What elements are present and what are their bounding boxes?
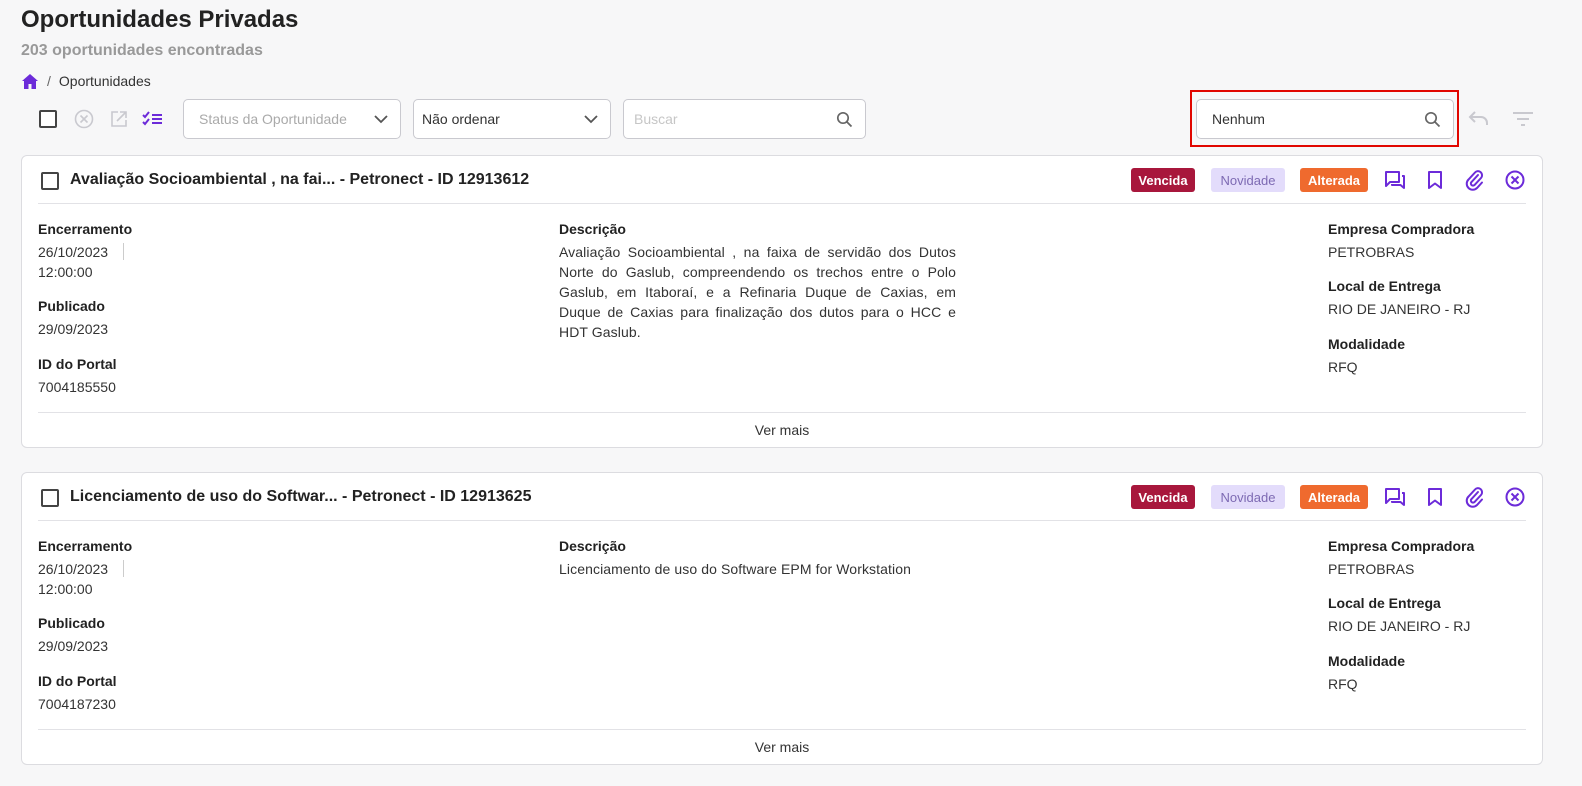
chevron-down-icon: [374, 115, 388, 124]
portal-id: 7004185550: [38, 379, 116, 395]
card-title[interactable]: Licenciamento de uso do Softwar... - Pet…: [70, 488, 531, 506]
badge-novidade: Novidade: [1211, 168, 1285, 192]
ver-mais-button[interactable]: Ver mais: [38, 412, 1526, 447]
badge-alterada: Alterada: [1300, 168, 1368, 192]
empresa-value: PETROBRAS: [1328, 244, 1415, 260]
local-label: Local de Entrega: [1328, 278, 1441, 294]
breadcrumb: / Oportunidades: [21, 72, 151, 90]
modalidade-label: Modalidade: [1328, 653, 1406, 669]
opportunity-card: Licenciamento de uso do Softwar... - Pet…: [21, 472, 1543, 765]
publicado-date: 29/09/2023: [38, 638, 109, 654]
badge-vencida: Vencida: [1131, 485, 1195, 509]
search-input[interactable]: [634, 111, 836, 127]
modalidade-label: Modalidade: [1328, 336, 1406, 352]
sort-select-value: Não ordenar: [422, 111, 500, 127]
opportunity-card: Avaliação Socioambiental , na fai... - P…: [21, 155, 1543, 448]
modalidade-value: RFQ: [1328, 676, 1358, 692]
card-checkbox[interactable]: [41, 172, 59, 190]
bookmark-icon[interactable]: [1423, 168, 1447, 192]
encerramento-label: Encerramento: [38, 538, 133, 554]
select-all-checkbox[interactable]: [39, 110, 57, 128]
encerramento-label: Encerramento: [38, 221, 133, 237]
search-icon[interactable]: [836, 111, 853, 128]
results-count: 203 oportunidades encontradas: [21, 42, 263, 59]
publicado-label: Publicado: [38, 298, 105, 314]
card-checkbox[interactable]: [41, 489, 59, 507]
date-separator: [123, 243, 124, 260]
publicado-label: Publicado: [38, 615, 105, 631]
checklist-icon[interactable]: [142, 108, 164, 130]
badge-alterada: Alterada: [1300, 485, 1368, 509]
modalidade-value: RFQ: [1328, 359, 1358, 375]
ver-mais-button[interactable]: Ver mais: [38, 729, 1526, 764]
date-separator: [123, 560, 124, 577]
paperclip-icon[interactable]: [1463, 485, 1487, 509]
portal-id: 7004187230: [38, 696, 116, 712]
comments-icon[interactable]: [1383, 485, 1407, 509]
encerramento-date: 26/10/2023: [38, 244, 109, 260]
open-external-icon[interactable]: [108, 108, 130, 130]
status-select[interactable]: Status da Oportunidade: [183, 99, 401, 139]
encerramento-time: 12:00:00: [38, 264, 93, 280]
comments-icon[interactable]: [1383, 168, 1407, 192]
empresa-value: PETROBRAS: [1328, 561, 1415, 577]
portal-id-label: ID do Portal: [38, 356, 117, 372]
sort-select[interactable]: Não ordenar: [413, 99, 611, 139]
cancel-circle-icon[interactable]: [1503, 168, 1527, 192]
cancel-circle-icon[interactable]: [1503, 485, 1527, 509]
descricao-label: Descrição: [559, 538, 626, 554]
descricao-text: Avaliação Socioambiental , na faixa de s…: [559, 244, 956, 340]
paperclip-icon[interactable]: [1463, 168, 1487, 192]
chevron-down-icon: [584, 115, 598, 124]
card-header: Avaliação Socioambiental , na fai... - P…: [38, 156, 1526, 204]
encerramento-time: 12:00:00: [38, 581, 93, 597]
breadcrumb-separator: /: [47, 73, 51, 89]
descricao-label: Descrição: [559, 221, 626, 237]
descricao-text: Licenciamento de uso do Software EPM for…: [559, 561, 912, 577]
bookmark-icon[interactable]: [1423, 485, 1447, 509]
badge-vencida: Vencida: [1131, 168, 1195, 192]
cancel-circle-icon[interactable]: [73, 108, 95, 130]
breadcrumb-current: Oportunidades: [58, 73, 151, 89]
home-icon[interactable]: [21, 73, 39, 90]
local-value: RIO DE JANEIRO - RJ: [1328, 618, 1471, 634]
portal-id-label: ID do Portal: [38, 673, 117, 689]
encerramento-date: 26/10/2023: [38, 561, 109, 577]
empresa-label: Empresa Compradora: [1328, 221, 1475, 237]
empresa-label: Empresa Compradora: [1328, 538, 1475, 554]
status-select-placeholder: Status da Oportunidade: [199, 111, 347, 127]
filter-icon[interactable]: [1511, 108, 1535, 130]
search-box: [623, 99, 866, 139]
card-header: Licenciamento de uso do Softwar... - Pet…: [38, 473, 1526, 521]
page-title: Oportunidades Privadas: [21, 6, 299, 33]
local-label: Local de Entrega: [1328, 595, 1441, 611]
publicado-date: 29/09/2023: [38, 321, 109, 337]
local-value: RIO DE JANEIRO - RJ: [1328, 301, 1471, 317]
highlight-box: [1190, 90, 1459, 147]
undo-icon[interactable]: [1467, 108, 1491, 130]
card-title[interactable]: Avaliação Socioambiental , na fai... - P…: [70, 171, 529, 189]
badge-novidade: Novidade: [1211, 485, 1285, 509]
